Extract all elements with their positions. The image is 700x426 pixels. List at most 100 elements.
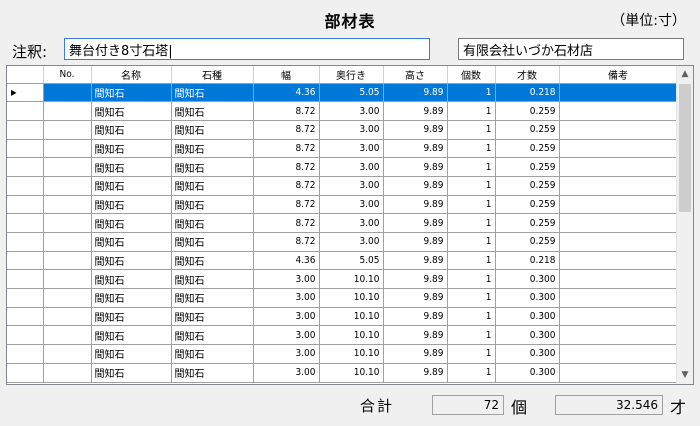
table-row[interactable]: 間知石 間知石 3.00 10.10 9.89 1 0.300	[7, 269, 678, 290]
table-row[interactable]: 間知石 間知石 3.00 10.10 9.89 1 0.300	[7, 344, 678, 364]
row-header[interactable]	[7, 139, 44, 159]
cell-name[interactable]: 間知石	[91, 120, 172, 140]
cell-width[interactable]: 4.36	[253, 251, 320, 271]
cell-height[interactable]: 9.89	[383, 157, 448, 177]
cell-no[interactable]	[43, 344, 92, 364]
table-row[interactable]: 間知石 間知石 8.72 3.00 9.89 1 0.259	[7, 232, 678, 252]
table-row[interactable]: ▶ 間知石 間知石 4.36 5.05 9.89 1 0.218	[7, 83, 678, 103]
vertical-scrollbar[interactable]: ▲ ▼	[676, 66, 693, 384]
cell-count[interactable]: 1	[447, 176, 496, 196]
cell-height[interactable]: 9.89	[383, 325, 448, 346]
cell-name[interactable]: 間知石	[91, 363, 172, 383]
cell-width[interactable]: 3.00	[253, 307, 320, 327]
cell-name[interactable]: 間知石	[91, 325, 172, 346]
cell-count[interactable]: 1	[447, 83, 496, 103]
cell-no[interactable]	[43, 269, 92, 290]
cell-volume[interactable]: 0.259	[495, 195, 560, 215]
cell-width[interactable]: 3.00	[253, 288, 320, 308]
cell-no[interactable]	[43, 83, 92, 103]
cell-stone[interactable]: 間知石	[171, 195, 254, 215]
cell-stone[interactable]: 間知石	[171, 139, 254, 159]
table-row[interactable]: 間知石 間知石 3.00 10.10 9.89 1 0.300	[7, 307, 678, 327]
cell-stone[interactable]: 間知石	[171, 344, 254, 364]
row-header[interactable]	[7, 157, 44, 177]
col-header-height[interactable]: 高さ	[383, 66, 448, 84]
cell-note[interactable]	[559, 83, 678, 103]
cell-count[interactable]: 1	[447, 232, 496, 252]
cell-height[interactable]: 9.89	[383, 307, 448, 327]
cell-no[interactable]	[43, 232, 92, 252]
cell-volume[interactable]: 0.300	[495, 325, 560, 346]
cell-depth[interactable]: 10.10	[319, 288, 384, 308]
note-input[interactable]	[64, 38, 430, 60]
cell-no[interactable]	[43, 157, 92, 177]
cell-height[interactable]: 9.89	[383, 269, 448, 290]
cell-count[interactable]: 1	[447, 269, 496, 290]
scroll-down-icon[interactable]: ▼	[677, 367, 693, 384]
cell-volume[interactable]: 0.259	[495, 176, 560, 196]
col-header-width[interactable]: 幅	[253, 66, 320, 84]
cell-name[interactable]: 間知石	[91, 213, 172, 233]
cell-width[interactable]: 8.72	[253, 176, 320, 196]
cell-volume[interactable]: 0.218	[495, 83, 560, 103]
cell-no[interactable]	[43, 307, 92, 327]
cell-name[interactable]: 間知石	[91, 307, 172, 327]
cell-height[interactable]: 9.89	[383, 213, 448, 233]
cell-name[interactable]: 間知石	[91, 344, 172, 364]
cell-no[interactable]	[43, 139, 92, 159]
cell-stone[interactable]: 間知石	[171, 307, 254, 327]
cell-name[interactable]: 間知石	[91, 195, 172, 215]
cell-volume[interactable]: 0.259	[495, 232, 560, 252]
cell-no[interactable]	[43, 288, 92, 308]
cell-volume[interactable]: 0.300	[495, 344, 560, 364]
cell-count[interactable]: 1	[447, 363, 496, 383]
cell-note[interactable]	[559, 195, 678, 215]
row-header[interactable]	[7, 344, 44, 364]
cell-count[interactable]: 1	[447, 251, 496, 271]
row-header[interactable]	[7, 307, 44, 327]
table-row[interactable]: 間知石 間知石 3.00 10.10 9.89 1 0.300	[7, 288, 678, 308]
cell-depth[interactable]: 5.05	[319, 251, 384, 271]
cell-width[interactable]: 8.72	[253, 120, 320, 140]
cell-note[interactable]	[559, 139, 678, 159]
cell-no[interactable]	[43, 101, 92, 121]
cell-name[interactable]: 間知石	[91, 83, 172, 103]
table-row[interactable]: 間知石 間知石 8.72 3.00 9.89 1 0.259	[7, 213, 678, 233]
cell-note[interactable]	[559, 325, 678, 346]
cell-count[interactable]: 1	[447, 120, 496, 140]
cell-note[interactable]	[559, 363, 678, 383]
cell-width[interactable]: 8.72	[253, 101, 320, 121]
row-header[interactable]	[7, 269, 44, 290]
cell-width[interactable]: 3.00	[253, 325, 320, 346]
cell-depth[interactable]: 10.10	[319, 307, 384, 327]
cell-note[interactable]	[559, 176, 678, 196]
cell-height[interactable]: 9.89	[383, 232, 448, 252]
cell-width[interactable]: 4.36	[253, 83, 320, 103]
cell-name[interactable]: 間知石	[91, 288, 172, 308]
row-header[interactable]	[7, 251, 44, 271]
cell-no[interactable]	[43, 251, 92, 271]
table-row[interactable]: 間知石 間知石 8.72 3.00 9.89 1 0.259	[7, 101, 678, 121]
cell-note[interactable]	[559, 288, 678, 308]
cell-depth[interactable]: 3.00	[319, 195, 384, 215]
cell-volume[interactable]: 0.300	[495, 288, 560, 308]
row-header[interactable]	[7, 195, 44, 215]
parts-grid[interactable]: No. 名称 石種 幅 奥行き 高さ 個数 才数 備考 ▶ 間知石 間知石 4.36 5…	[6, 65, 694, 385]
table-row[interactable]: 間知石 間知石 8.72 3.00 9.89 1 0.259	[7, 139, 678, 159]
table-row[interactable]: 間知石 間知石 4.36 5.05 9.89 1 0.218	[7, 251, 678, 271]
col-header-count[interactable]: 個数	[447, 66, 496, 84]
row-header[interactable]	[7, 363, 44, 383]
cell-note[interactable]	[559, 344, 678, 364]
cell-depth[interactable]: 3.00	[319, 213, 384, 233]
cell-width[interactable]: 3.00	[253, 363, 320, 383]
cell-depth[interactable]: 3.00	[319, 176, 384, 196]
scroll-up-icon[interactable]: ▲	[677, 66, 693, 83]
cell-note[interactable]	[559, 251, 678, 271]
row-header[interactable]	[7, 101, 44, 121]
col-header-name[interactable]: 名称	[91, 66, 172, 84]
cell-count[interactable]: 1	[447, 101, 496, 121]
cell-name[interactable]: 間知石	[91, 251, 172, 271]
cell-width[interactable]: 3.00	[253, 344, 320, 364]
cell-depth[interactable]: 10.10	[319, 363, 384, 383]
cell-count[interactable]: 1	[447, 325, 496, 346]
